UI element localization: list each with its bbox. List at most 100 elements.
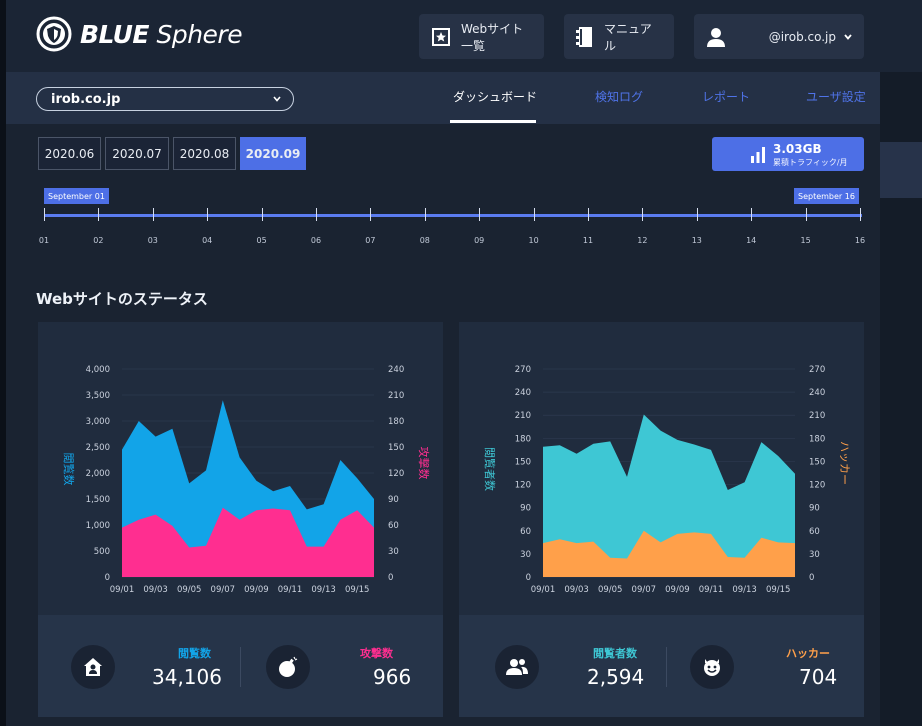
y2-tick-label: 270	[809, 365, 825, 375]
range-end-flag[interactable]: September 16	[794, 188, 859, 204]
timeline-tick	[860, 208, 861, 221]
tab-user-settings[interactable]: ユーザ設定	[806, 88, 866, 105]
y2-axis-title: 攻撃数	[417, 447, 431, 480]
timeline-day-label: 07	[365, 236, 376, 245]
x-tick-label: 09/11	[278, 585, 303, 595]
x-tick-label: 09/01	[531, 585, 556, 595]
month-button-2020-06[interactable]: 2020.06	[38, 137, 101, 170]
y2-tick-label: 0	[809, 573, 814, 583]
book-icon	[576, 26, 592, 47]
views-attacks-panel: 0 500 1,000 1,500 2,000 2,500 3,000 3,500 4,000 0…	[38, 322, 443, 717]
timeline-tick	[316, 208, 317, 221]
x-tick-label: 09/03	[564, 585, 589, 595]
timeline-slider[interactable]	[44, 214, 862, 217]
y2-tick-label: 240	[809, 388, 825, 398]
timeline-day-label: 09	[474, 236, 485, 245]
chevron-down-icon	[273, 96, 281, 102]
y-tick-label: 180	[515, 434, 531, 444]
timeline-tick	[533, 208, 535, 221]
y-tick-label: 210	[515, 411, 531, 421]
x-tick-label: 09/07	[211, 585, 236, 595]
timeline-day-label: 08	[419, 236, 430, 245]
timeline-tick	[261, 208, 263, 221]
visitors-hackers-chart: 0 30 60 90 120 150 180 210 240 270 0 30 60 90 120 150 18…	[483, 365, 851, 595]
timeline-tick	[588, 208, 589, 221]
y-tick-label: 2,500	[86, 443, 110, 453]
y2-tick-label: 120	[388, 469, 404, 479]
y2-tick-label: 30	[388, 547, 399, 557]
sites-list-button[interactable]: Webサイト一覧	[419, 14, 544, 59]
account-menu[interactable]: @irob.co.jp	[694, 14, 864, 59]
x-tick-label: 09/09	[665, 585, 690, 595]
y-tick-label: 240	[515, 388, 531, 398]
y-tick-label: 3,500	[86, 391, 110, 401]
timeline-tick	[152, 208, 154, 221]
visitors-hackers-footer	[459, 615, 864, 717]
x-tick-label: 09/05	[598, 585, 623, 595]
range-start-flag[interactable]: September 01	[44, 188, 109, 204]
timeline-day-label: 02	[93, 236, 104, 245]
y-tick-label: 0	[105, 573, 110, 583]
bookmark-list-icon	[432, 27, 450, 46]
domain-select[interactable]: irob.co.jp	[36, 87, 294, 111]
timeline-day-label: 10	[528, 236, 539, 245]
views-attacks-footer	[38, 615, 443, 717]
traffic-badge: 3.03GB 累積トラフィック/月	[712, 137, 864, 171]
y2-tick-label: 60	[388, 521, 399, 531]
top-bar: BLUE Sphere Webサイト一覧 マニュアル @irob.co.jp	[6, 0, 922, 72]
month-button-2020-07[interactable]: 2020.07	[105, 137, 169, 170]
timeline-day-label: 15	[800, 236, 811, 245]
timeline-tick	[642, 208, 644, 221]
tab-detection-log[interactable]: 検知ログ	[595, 88, 643, 105]
month-button-2020-09[interactable]: 2020.09	[240, 137, 306, 170]
traffic-label: 累積トラフィック/月	[773, 158, 848, 167]
x-tick-label: 09/07	[632, 585, 657, 595]
active-tab-indicator	[450, 120, 536, 123]
y-tick-label: 1,500	[86, 495, 110, 505]
timeline-day-label: 16	[854, 236, 866, 245]
y-tick-label: 3,000	[86, 417, 110, 427]
tab-dashboard[interactable]: ダッシュボード	[453, 88, 537, 105]
brand-logo[interactable]: BLUE Sphere	[36, 16, 243, 52]
y2-tick-label: 240	[388, 365, 404, 375]
y2-tick-label: 60	[809, 527, 820, 537]
x-tick-label: 09/15	[345, 585, 370, 595]
y2-tick-label: 120	[809, 481, 825, 491]
x-tick-label: 09/05	[177, 585, 202, 595]
sites-list-label: Webサイト一覧	[461, 21, 524, 53]
scrollbar-thumb[interactable]	[880, 142, 922, 198]
y2-tick-label: 150	[809, 457, 825, 467]
logo-shield-icon	[36, 16, 72, 52]
y2-tick-label: 90	[809, 504, 820, 514]
domain-select-value: irob.co.jp	[51, 91, 121, 107]
timeline-tick	[207, 208, 209, 221]
y-tick-label: 150	[515, 457, 531, 467]
y-tick-label: 270	[515, 365, 531, 375]
y2-tick-label: 210	[809, 411, 825, 421]
chevron-down-icon	[844, 33, 852, 40]
month-button-2020-08[interactable]: 2020.08	[173, 137, 236, 170]
timeline-tick	[98, 208, 100, 221]
timeline-day-label: 11	[582, 236, 594, 245]
y-axis-title: 閲覧者数	[483, 447, 497, 491]
y-tick-label: 0	[526, 573, 531, 583]
views-attacks-chart: 0 500 1,000 1,500 2,000 2,500 3,000 3,500 4,000 0…	[62, 365, 431, 595]
y-tick-label: 30	[520, 550, 531, 560]
x-tick-label: 09/03	[143, 585, 168, 595]
bar-chart-icon	[751, 147, 765, 163]
timeline-tick	[370, 208, 372, 221]
tab-report[interactable]: レポート	[702, 88, 750, 105]
x-tick-label: 09/11	[699, 585, 724, 595]
user-icon	[707, 27, 725, 47]
timeline-day-label: 04	[202, 236, 213, 245]
timeline-tick	[424, 208, 426, 221]
y2-tick-label: 180	[809, 434, 825, 444]
x-tick-label: 09/13	[311, 585, 336, 595]
timeline-day-label: 06	[310, 236, 322, 245]
account-email: @irob.co.jp	[768, 29, 836, 44]
timeline-day-label: 13	[691, 236, 702, 245]
manual-button[interactable]: マニュアル	[564, 14, 674, 59]
y2-tick-label: 30	[809, 550, 820, 560]
y-tick-label: 2,000	[86, 469, 110, 479]
timeline-tick	[44, 208, 45, 221]
